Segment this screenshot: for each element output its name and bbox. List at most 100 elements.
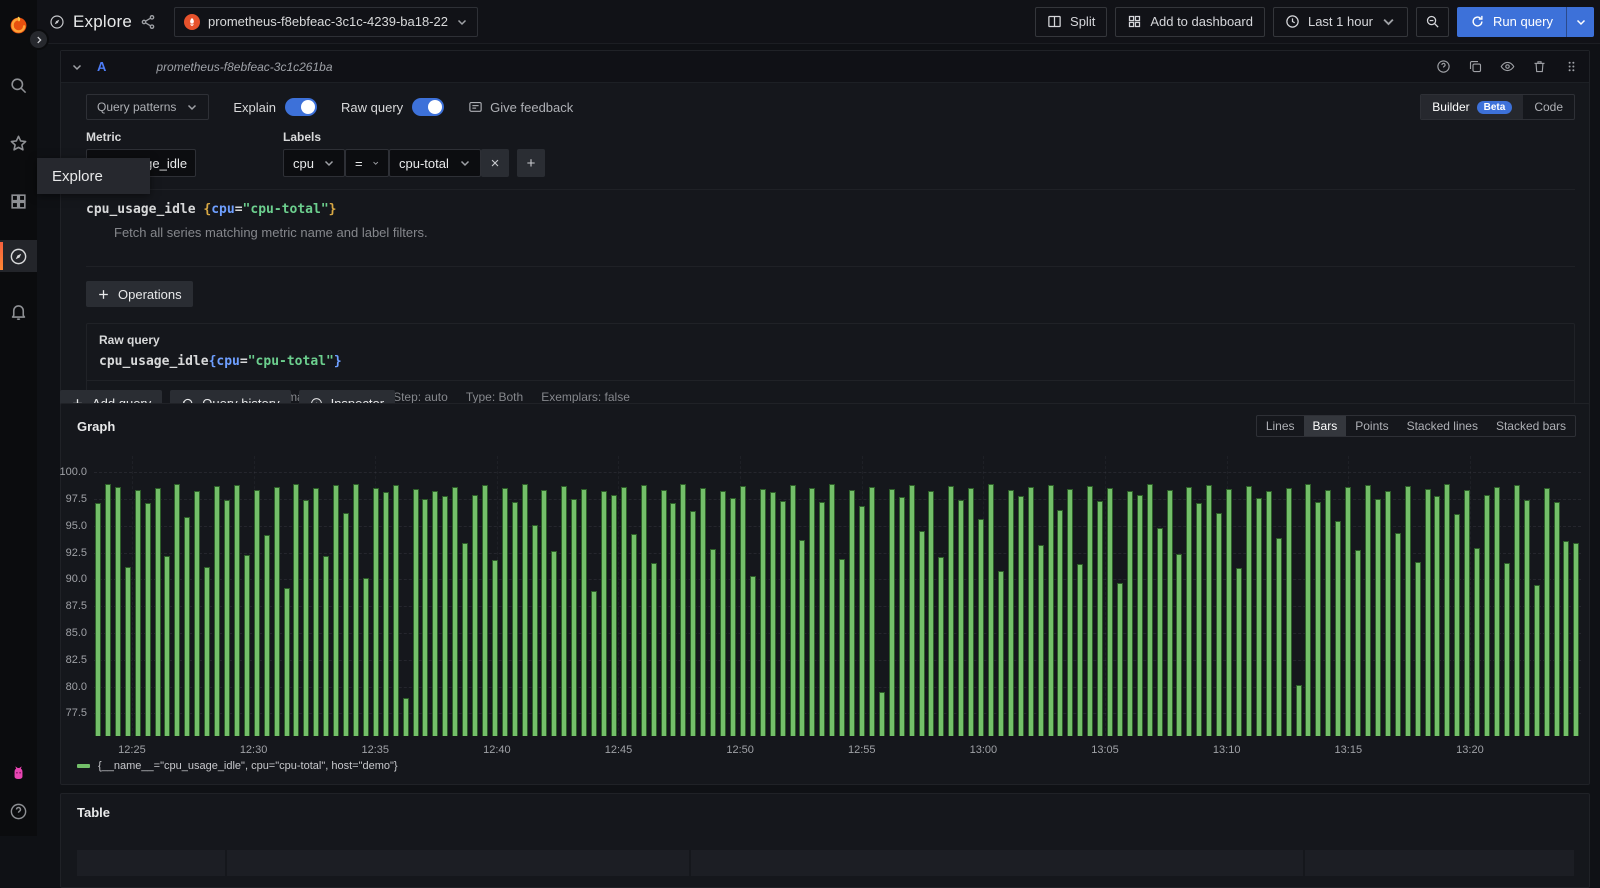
graph-mode-stacked-bars[interactable]: Stacked bars	[1487, 416, 1575, 436]
bar[interactable]	[432, 491, 439, 736]
bar[interactable]	[372, 488, 379, 736]
legend-series-label[interactable]: {__name__="cpu_usage_idle", cpu="cpu-tot…	[98, 760, 398, 772]
code-tab[interactable]: Code	[1523, 95, 1574, 119]
label-value-select[interactable]: cpu-total	[389, 149, 481, 177]
bar[interactable]	[799, 539, 806, 736]
bar[interactable]	[1156, 527, 1163, 736]
bar[interactable]	[95, 503, 101, 736]
bar[interactable]	[779, 501, 786, 736]
run-query-caret-button[interactable]	[1566, 6, 1594, 37]
bar[interactable]	[472, 494, 479, 736]
bar[interactable]	[1513, 484, 1520, 736]
bar[interactable]	[1245, 486, 1252, 736]
bar[interactable]	[1067, 489, 1074, 736]
bar[interactable]	[233, 484, 240, 736]
sidebar-item-explore[interactable]	[0, 240, 37, 272]
bar[interactable]	[253, 490, 260, 736]
bar[interactable]	[898, 496, 905, 736]
bar[interactable]	[1017, 495, 1024, 736]
query-help-icon[interactable]	[1436, 59, 1451, 74]
bar[interactable]	[1216, 512, 1223, 736]
bar[interactable]	[1404, 486, 1411, 736]
bar[interactable]	[868, 487, 875, 736]
expand-sidebar-button[interactable]	[28, 29, 49, 50]
bar[interactable]	[323, 555, 330, 736]
bar[interactable]	[928, 491, 935, 736]
bar[interactable]	[1394, 533, 1401, 736]
graph-mode-bars[interactable]: Bars	[1303, 416, 1347, 436]
bar[interactable]	[1196, 503, 1203, 736]
bar[interactable]	[581, 489, 588, 736]
bar[interactable]	[273, 487, 280, 736]
bar[interactable]	[1484, 494, 1491, 736]
bar[interactable]	[1503, 563, 1510, 736]
builder-tab[interactable]: Builder Beta	[1421, 95, 1524, 119]
bar[interactable]	[749, 576, 756, 736]
bar[interactable]	[948, 486, 955, 736]
bar[interactable]	[630, 534, 637, 736]
bar[interactable]	[392, 484, 399, 736]
bar[interactable]	[1255, 497, 1262, 736]
bar[interactable]	[1523, 500, 1530, 736]
bar[interactable]	[1335, 521, 1342, 736]
bar[interactable]	[1553, 502, 1560, 736]
bar[interactable]	[1236, 567, 1243, 736]
bar[interactable]	[184, 517, 191, 736]
label-operator-select[interactable]: =	[345, 149, 389, 177]
explain-toggle[interactable]	[285, 98, 318, 116]
bar[interactable]	[1444, 483, 1451, 736]
bar[interactable]	[1325, 490, 1332, 736]
bar[interactable]	[362, 578, 369, 736]
bar[interactable]	[491, 560, 498, 736]
bar[interactable]	[1315, 502, 1322, 736]
bar[interactable]	[174, 483, 181, 736]
bar[interactable]	[1007, 490, 1014, 736]
query-patterns-button[interactable]: Query patterns	[86, 94, 210, 120]
bar[interactable]	[263, 535, 270, 736]
bar[interactable]	[382, 492, 389, 736]
bar[interactable]	[293, 483, 300, 736]
bar[interactable]	[1087, 486, 1094, 736]
bar[interactable]	[1146, 483, 1153, 736]
bar[interactable]	[640, 484, 647, 736]
give-feedback-link[interactable]: Give feedback	[468, 100, 573, 115]
bar[interactable]	[462, 542, 469, 736]
bar[interactable]	[1384, 491, 1391, 736]
bar[interactable]	[997, 570, 1004, 736]
query-ref-id[interactable]: A	[97, 59, 106, 74]
add-to-dashboard-button[interactable]: Add to dashboard	[1115, 6, 1265, 37]
bar[interactable]	[1493, 487, 1500, 736]
bar[interactable]	[1305, 483, 1312, 736]
zoom-out-button[interactable]	[1416, 6, 1450, 37]
bar[interactable]	[1037, 545, 1044, 736]
run-query-button[interactable]: Run query	[1457, 6, 1566, 37]
bar[interactable]	[610, 494, 617, 736]
bar[interactable]	[650, 563, 657, 736]
duplicate-query-icon[interactable]	[1468, 59, 1483, 74]
bar[interactable]	[1424, 489, 1431, 736]
bar[interactable]	[1563, 540, 1570, 736]
alerting-bell-icon[interactable]	[0, 292, 37, 330]
bar[interactable]	[243, 554, 250, 736]
bar[interactable]	[968, 488, 975, 736]
bar[interactable]	[1136, 494, 1143, 736]
disable-query-eye-icon[interactable]	[1500, 59, 1515, 74]
starred-icon[interactable]	[0, 124, 37, 162]
graph-mode-stacked-lines[interactable]: Stacked lines	[1398, 416, 1487, 436]
bar[interactable]	[1474, 548, 1481, 736]
collapse-chevron-icon[interactable]	[71, 61, 83, 73]
bar[interactable]	[1097, 501, 1104, 736]
user-avatar[interactable]	[0, 754, 37, 792]
bar[interactable]	[422, 498, 429, 736]
bar[interactable]	[730, 497, 736, 736]
graph-plot[interactable]: 100.0 97.5 95.0 92.5 90.0 87.5 85.0 82.5 80.0 77.…	[59, 456, 1581, 756]
bar[interactable]	[501, 488, 508, 736]
bar[interactable]	[789, 484, 796, 736]
bar[interactable]	[214, 486, 221, 736]
help-icon[interactable]	[0, 792, 37, 830]
bar[interactable]	[670, 503, 677, 736]
raw-query-toggle[interactable]	[412, 98, 445, 116]
bar[interactable]	[511, 502, 518, 736]
bar[interactable]	[541, 490, 548, 736]
bar[interactable]	[223, 500, 230, 736]
